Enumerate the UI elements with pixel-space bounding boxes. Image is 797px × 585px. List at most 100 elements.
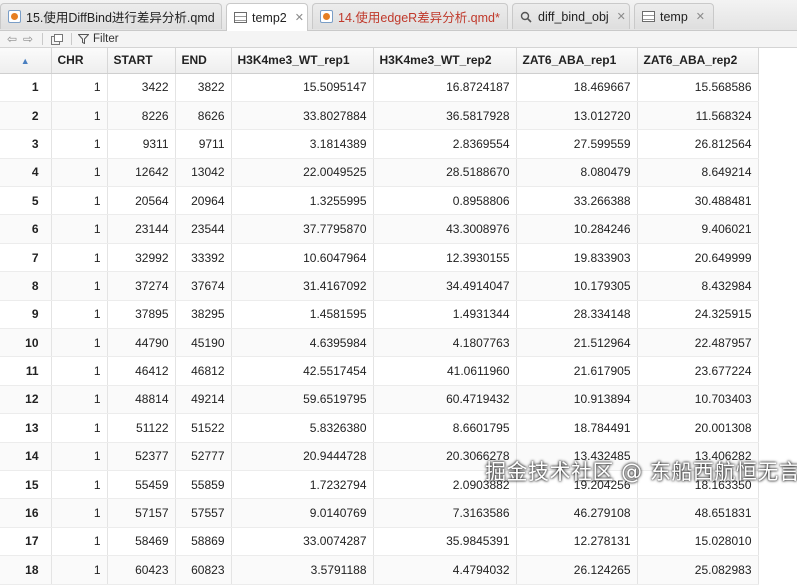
- table-row[interactable]: 41126421304222.004952528.51886708.080479…: [0, 158, 758, 186]
- table-cell[interactable]: 1: [51, 243, 107, 271]
- table-cell[interactable]: 1.4931344: [373, 300, 516, 328]
- column-header-end[interactable]: END: [175, 48, 231, 73]
- tab-diffbind-qmd[interactable]: 15.使用DiffBind进行差异分析.qmd ✕: [0, 3, 222, 29]
- row-index-cell[interactable]: 8: [0, 272, 51, 300]
- table-row[interactable]: 111464124681242.551745441.061196021.6179…: [0, 357, 758, 385]
- table-cell[interactable]: 1: [51, 357, 107, 385]
- row-index-cell[interactable]: 12: [0, 385, 51, 413]
- table-cell[interactable]: 19.833903: [516, 243, 637, 271]
- table-cell[interactable]: 1.7232794: [231, 470, 373, 498]
- table-cell[interactable]: 43.3008976: [373, 215, 516, 243]
- table-cell[interactable]: 3822: [175, 73, 231, 101]
- table-cell[interactable]: 1: [51, 385, 107, 413]
- row-index-cell[interactable]: 10: [0, 329, 51, 357]
- table-cell[interactable]: 49214: [175, 385, 231, 413]
- table-cell[interactable]: 36.5817928: [373, 101, 516, 129]
- table-cell[interactable]: 57157: [107, 499, 175, 527]
- table-cell[interactable]: 18.469667: [516, 73, 637, 101]
- table-cell[interactable]: 31.4167092: [231, 272, 373, 300]
- table-cell[interactable]: 33.0074287: [231, 527, 373, 555]
- table-cell[interactable]: 60423: [107, 556, 175, 584]
- row-index-header[interactable]: ▲: [0, 48, 51, 73]
- table-cell[interactable]: 1: [51, 470, 107, 498]
- row-index-cell[interactable]: 1: [0, 73, 51, 101]
- table-cell[interactable]: 15.568586: [637, 73, 758, 101]
- forward-arrow-icon[interactable]: ⇨: [20, 32, 36, 46]
- table-cell[interactable]: 22.487957: [637, 329, 758, 357]
- table-cell[interactable]: 51522: [175, 414, 231, 442]
- table-cell[interactable]: 37.7795870: [231, 215, 373, 243]
- row-index-cell[interactable]: 9: [0, 300, 51, 328]
- row-index-cell[interactable]: 11: [0, 357, 51, 385]
- table-cell[interactable]: 24.325915: [637, 300, 758, 328]
- table-cell[interactable]: 30.488481: [637, 187, 758, 215]
- column-header-zat6-aba-rep2[interactable]: ZAT6_ABA_rep2: [637, 48, 758, 73]
- table-cell[interactable]: 1: [51, 329, 107, 357]
- tab-edger-qmd[interactable]: 14.使用edgeR差异分析.qmd* ✕: [312, 3, 508, 29]
- table-cell[interactable]: 23544: [175, 215, 231, 243]
- table-cell[interactable]: 5.8326380: [231, 414, 373, 442]
- table-cell[interactable]: 15.028010: [637, 527, 758, 555]
- table-cell[interactable]: 7.3163586: [373, 499, 516, 527]
- table-cell[interactable]: 38295: [175, 300, 231, 328]
- table-cell[interactable]: 8226: [107, 101, 175, 129]
- table-cell[interactable]: 20964: [175, 187, 231, 215]
- table-cell[interactable]: 8.6601795: [373, 414, 516, 442]
- table-cell[interactable]: 60823: [175, 556, 231, 584]
- table-row[interactable]: 121488144921459.651979560.471943210.9138…: [0, 385, 758, 413]
- table-cell[interactable]: 15.5095147: [231, 73, 373, 101]
- table-row[interactable]: 171584695886933.007428735.984539112.2781…: [0, 527, 758, 555]
- tab-temp2[interactable]: temp2 ✕: [226, 3, 308, 31]
- table-cell[interactable]: 12.3930155: [373, 243, 516, 271]
- table-cell[interactable]: 41.0611960: [373, 357, 516, 385]
- table-cell[interactable]: 52377: [107, 442, 175, 470]
- table-row[interactable]: 31931197113.18143892.836955427.59955926.…: [0, 130, 758, 158]
- table-cell[interactable]: 1: [51, 101, 107, 129]
- table-cell[interactable]: 42.5517454: [231, 357, 373, 385]
- table-row[interactable]: 61231442354437.779587043.300897610.28424…: [0, 215, 758, 243]
- table-cell[interactable]: 10.284246: [516, 215, 637, 243]
- table-row[interactable]: 16157157575579.01407697.316358646.279108…: [0, 499, 758, 527]
- table-cell[interactable]: 10.6047964: [231, 243, 373, 271]
- table-cell[interactable]: 1: [51, 527, 107, 555]
- table-row[interactable]: 18160423608233.57911884.479403226.124265…: [0, 556, 758, 584]
- table-cell[interactable]: 0.8958806: [373, 187, 516, 215]
- column-header-start[interactable]: START: [107, 48, 175, 73]
- table-cell[interactable]: 55459: [107, 470, 175, 498]
- table-cell[interactable]: 58869: [175, 527, 231, 555]
- table-cell[interactable]: 45190: [175, 329, 231, 357]
- table-cell[interactable]: 48814: [107, 385, 175, 413]
- row-index-cell[interactable]: 2: [0, 101, 51, 129]
- back-arrow-icon[interactable]: ⇦: [4, 32, 20, 46]
- table-cell[interactable]: 11.568324: [637, 101, 758, 129]
- column-header-h3k4me3-wt-rep2[interactable]: H3K4me3_WT_rep2: [373, 48, 516, 73]
- table-cell[interactable]: 35.9845391: [373, 527, 516, 555]
- table-cell[interactable]: 33.266388: [516, 187, 637, 215]
- table-cell[interactable]: 37674: [175, 272, 231, 300]
- table-cell[interactable]: 13042: [175, 158, 231, 186]
- table-cell[interactable]: 21.512964: [516, 329, 637, 357]
- table-cell[interactable]: 51122: [107, 414, 175, 442]
- table-row[interactable]: 10144790451904.63959844.180776321.512964…: [0, 329, 758, 357]
- column-header-h3k4me3-wt-rep1[interactable]: H3K4me3_WT_rep1: [231, 48, 373, 73]
- table-row[interactable]: 81372743767431.416709234.491404710.17930…: [0, 272, 758, 300]
- table-row[interactable]: 13151122515225.83263808.660179518.784491…: [0, 414, 758, 442]
- row-index-cell[interactable]: 18: [0, 556, 51, 584]
- table-row[interactable]: 113422382215.509514716.872418718.4696671…: [0, 73, 758, 101]
- table-cell[interactable]: 48.651831: [637, 499, 758, 527]
- table-cell[interactable]: 44790: [107, 329, 175, 357]
- table-cell[interactable]: 1: [51, 300, 107, 328]
- popout-window-icon[interactable]: [49, 34, 65, 45]
- table-cell[interactable]: 33392: [175, 243, 231, 271]
- table-cell[interactable]: 8626: [175, 101, 231, 129]
- table-cell[interactable]: 27.599559: [516, 130, 637, 158]
- row-index-cell[interactable]: 5: [0, 187, 51, 215]
- table-cell[interactable]: 23144: [107, 215, 175, 243]
- table-cell[interactable]: 1: [51, 130, 107, 158]
- table-cell[interactable]: 32992: [107, 243, 175, 271]
- table-cell[interactable]: 46.279108: [516, 499, 637, 527]
- table-cell[interactable]: 12.278131: [516, 527, 637, 555]
- table-cell[interactable]: 4.6395984: [231, 329, 373, 357]
- table-cell[interactable]: 33.8027884: [231, 101, 373, 129]
- row-index-cell[interactable]: 17: [0, 527, 51, 555]
